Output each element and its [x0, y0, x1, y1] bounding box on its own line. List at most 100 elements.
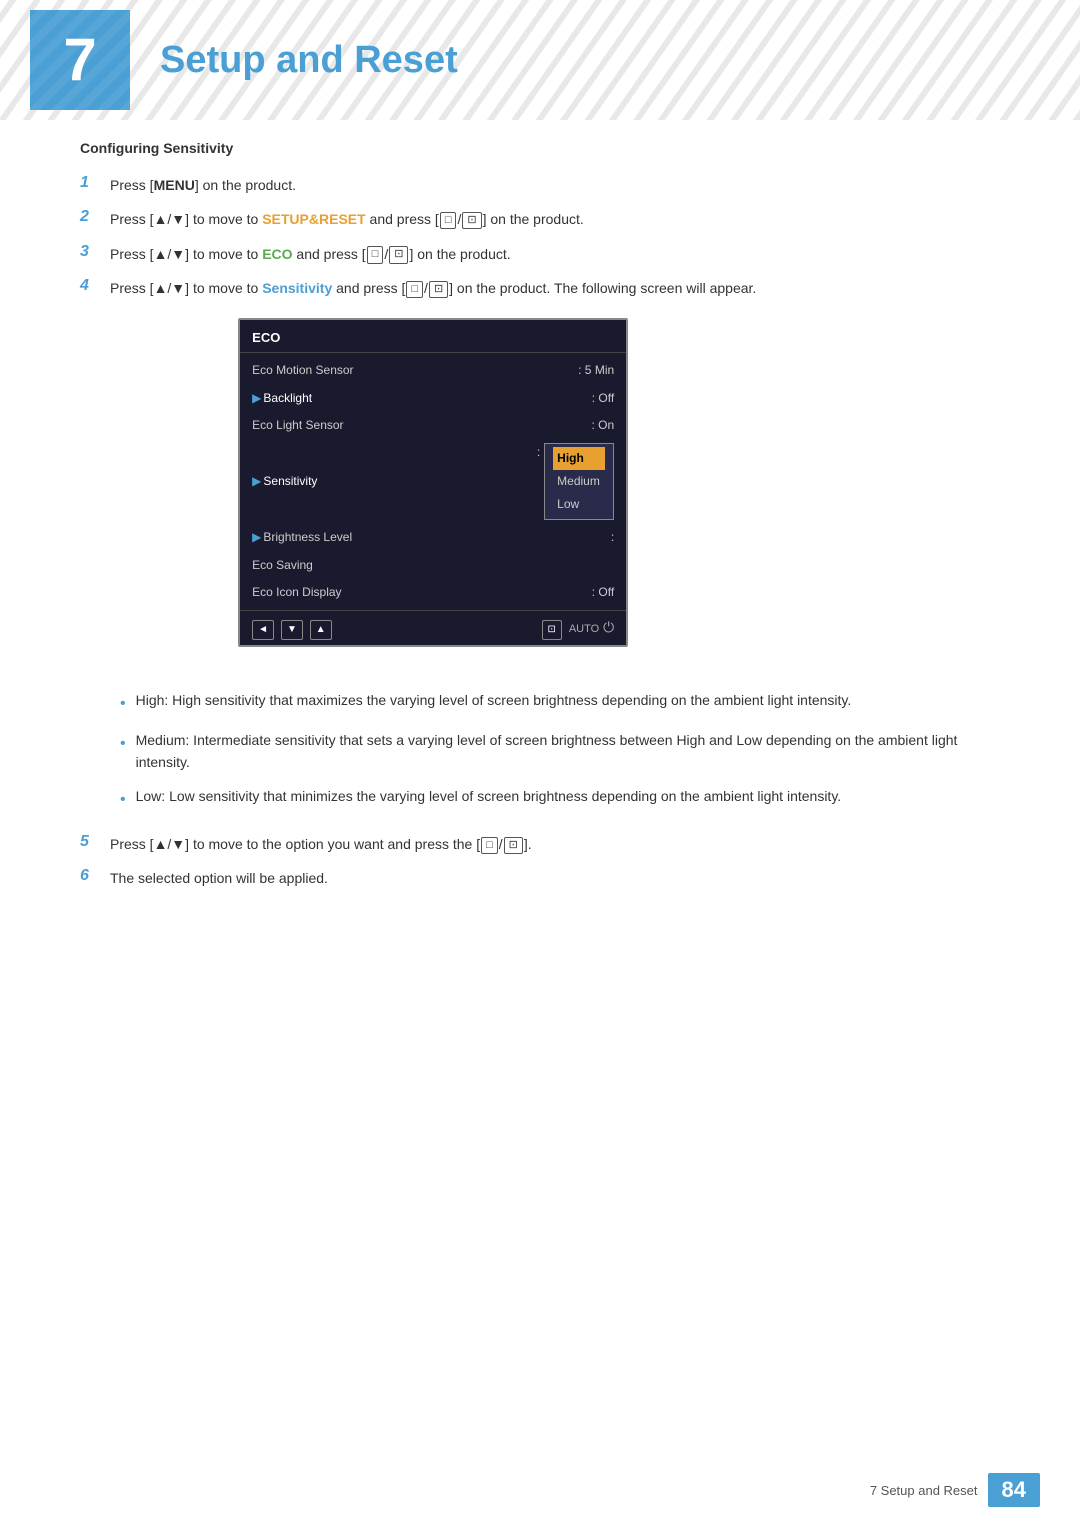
btn-icon-enter4: ⊡	[504, 837, 523, 854]
menu-row-eco-saving: Eco Saving	[240, 552, 626, 579]
section-heading: Configuring Sensitivity	[80, 140, 1000, 156]
step-3-text: Press [▲/▼] to move to ECO and press [□/…	[110, 243, 511, 265]
step-1: 1 Press [MENU] on the product.	[80, 174, 1000, 196]
medium-high-ref: High	[676, 732, 705, 748]
medium-low-ref: Low	[736, 732, 762, 748]
bullet-list: • High: High sensitivity that maximizes …	[120, 689, 1000, 813]
btn-icon-square: □	[440, 212, 457, 229]
menu-rows: Eco Motion Sensor : 5 Min ▶ Backlight : …	[240, 353, 626, 610]
low-label: Low	[136, 788, 162, 804]
menu-bottom-bar: ◄ ▼ ▲ ⊡ AUTO ⏻	[240, 610, 626, 645]
chapter-number: 7	[63, 30, 96, 90]
step-3-number: 3	[80, 243, 110, 261]
menu-row-backlight: ▶ Backlight : Off	[240, 385, 626, 412]
nav-btn-left: ◄	[252, 620, 274, 640]
eco-motion-value: : 5 Min	[578, 361, 614, 380]
steps-list-2: 5 Press [▲/▼] to move to the option you …	[80, 833, 1000, 890]
menu-row-left-backlight: ▶ Backlight	[252, 389, 312, 408]
eco-light-label: Eco Light Sensor	[252, 416, 343, 435]
menu-title-bar: ECO	[240, 320, 626, 354]
menu-row-eco-motion: Eco Motion Sensor : 5 Min	[240, 357, 626, 384]
menu-row-brightness: ▶ Brightness Level :	[240, 524, 626, 551]
chapter-number-block: 7	[30, 10, 130, 110]
btn-icon-square2: □	[367, 246, 384, 263]
brightness-arrow: ▶	[252, 528, 261, 547]
step-3: 3 Press [▲/▼] to move to ECO and press […	[80, 243, 1000, 265]
menu-screenshot: ECO Eco Motion Sensor : 5 Min ▶ Backligh…	[238, 318, 628, 647]
page-footer: 7 Setup and Reset 84	[870, 1473, 1040, 1507]
step-5: 5 Press [▲/▼] to move to the option you …	[80, 833, 1000, 855]
menu-row-left-sensitivity: ▶ Sensitivity	[252, 472, 317, 491]
bullet-item-high: • High: High sensitivity that maximizes …	[120, 689, 1000, 717]
menu-row-left-eco-light: Eco Light Sensor	[252, 416, 343, 435]
menu-row-eco-icon: Eco Icon Display : Off	[240, 579, 626, 606]
menu-row-left-eco-motion: Eco Motion Sensor	[252, 361, 353, 380]
brightness-label: Brightness Level	[263, 528, 352, 547]
eco-saving-label: Eco Saving	[252, 556, 313, 575]
step-2-text: Press [▲/▼] to move to SETUP&RESET and p…	[110, 208, 584, 230]
bullet-dot-high: •	[120, 691, 126, 717]
bullet-item-medium: • Medium: Intermediate sensitivity that …	[120, 729, 1000, 774]
eco-light-value: : On	[591, 416, 614, 435]
nav-btn-enter: ⊡	[542, 620, 562, 640]
step-4-number: 4	[80, 277, 110, 295]
menu-row-eco-light: Eco Light Sensor : On	[240, 412, 626, 439]
medium-label: Medium	[136, 732, 186, 748]
footer-chapter-label: 7 Setup and Reset	[870, 1483, 978, 1498]
steps-list: 1 Press [MENU] on the product. 2 Press […	[80, 174, 1000, 669]
menu-bottom-right: ⊡ AUTO ⏻	[542, 616, 615, 640]
brightness-value: :	[611, 528, 614, 547]
step-2: 2 Press [▲/▼] to move to SETUP&RESET and…	[80, 208, 1000, 230]
step-2-setup-reset: SETUP&RESET	[262, 211, 365, 227]
step-4: 4 Press [▲/▼] to move to Sensitivity and…	[80, 277, 1000, 669]
sensitivity-colon: :	[537, 443, 540, 462]
submenu-item-high: High	[553, 447, 605, 470]
btn-icon-square4: □	[481, 837, 498, 854]
submenu-item-medium: Medium	[553, 470, 605, 493]
menu-nav-buttons: ◄ ▼ ▲	[252, 616, 335, 640]
bullet-text-high: High: High sensitivity that maximizes th…	[136, 689, 852, 711]
btn-icon-enter: ⊡	[462, 212, 481, 229]
nav-btn-down: ▼	[281, 620, 303, 640]
backlight-value: : Off	[592, 389, 614, 408]
bullet-dot-medium: •	[120, 731, 126, 757]
content-area: Configuring Sensitivity 1 Press [MENU] o…	[0, 120, 1080, 990]
sensitivity-value-area: : High Medium Low	[537, 443, 614, 521]
auto-label: AUTO	[569, 623, 599, 635]
step-6-text: The selected option will be applied.	[110, 867, 328, 889]
btn-icon-enter3: ⊡	[429, 281, 448, 298]
menu-row-left-eco-saving: Eco Saving	[252, 556, 313, 575]
nav-btn-up: ▲	[310, 620, 332, 640]
eco-icon-label: Eco Icon Display	[252, 583, 341, 602]
eco-icon-value: : Off	[592, 583, 614, 602]
step-1-keyword: MENU	[154, 177, 195, 193]
step-3-eco: ECO	[262, 246, 292, 262]
eco-motion-label: Eco Motion Sensor	[252, 361, 353, 380]
bullet-text-medium: Medium: Intermediate sensitivity that se…	[136, 729, 1000, 774]
bullet-text-low: Low: Low sensitivity that minimizes the …	[136, 785, 842, 807]
step-6: 6 The selected option will be applied.	[80, 867, 1000, 889]
btn-icon-enter2: ⊡	[389, 246, 408, 263]
step-1-text: Press [MENU] on the product.	[110, 174, 296, 196]
page-header: 7 Setup and Reset	[0, 0, 1080, 120]
sensitivity-label: Sensitivity	[263, 472, 317, 491]
backlight-label: Backlight	[263, 389, 312, 408]
bullet-item-low: • Low: Low sensitivity that minimizes th…	[120, 785, 1000, 813]
menu-row-sensitivity: ▶ Sensitivity : High Medium Low	[240, 439, 626, 525]
btn-icon-square3: □	[406, 281, 423, 298]
high-label: High	[136, 692, 165, 708]
step-1-number: 1	[80, 174, 110, 192]
power-icon: ⏻	[603, 619, 614, 635]
step-4-sensitivity: Sensitivity	[262, 280, 332, 296]
sensitivity-arrow: ▶	[252, 472, 261, 491]
step-5-number: 5	[80, 833, 110, 851]
page-title: Setup and Reset	[160, 39, 458, 82]
bullet-dot-low: •	[120, 787, 126, 813]
step-6-number: 6	[80, 867, 110, 885]
menu-row-left-brightness: ▶ Brightness Level	[252, 528, 352, 547]
step-2-number: 2	[80, 208, 110, 226]
step-5-text: Press [▲/▼] to move to the option you wa…	[110, 833, 532, 855]
menu-row-left-eco-icon: Eco Icon Display	[252, 583, 341, 602]
submenu-popup: High Medium Low	[544, 443, 614, 521]
submenu-item-low: Low	[553, 493, 605, 516]
